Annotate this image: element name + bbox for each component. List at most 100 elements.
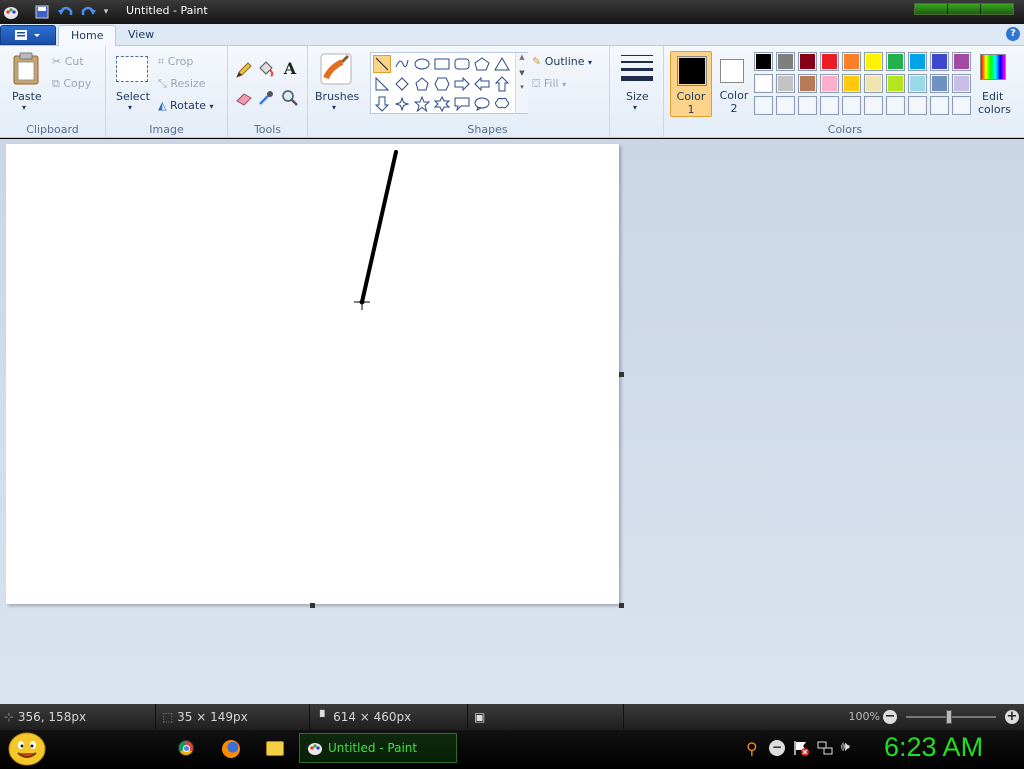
resize-button[interactable]: ⤡ Resize <box>158 77 206 91</box>
firefox-icon[interactable] <box>222 740 240 758</box>
drawing-canvas[interactable] <box>6 144 619 604</box>
diamond-shape-icon[interactable] <box>393 75 411 93</box>
customize-qat-icon[interactable]: ▾ <box>100 3 112 21</box>
rectangular-callout-shape-icon[interactable] <box>453 95 471 113</box>
fill-bucket-icon[interactable] <box>256 60 276 80</box>
tab-view[interactable]: View <box>116 25 166 47</box>
tab-home[interactable]: Home <box>58 25 117 47</box>
hexagon-shape-icon[interactable] <box>433 75 451 93</box>
palette-empty-swatch[interactable] <box>952 96 971 115</box>
palette-swatch[interactable] <box>754 74 773 93</box>
scroll-up-icon[interactable]: ▲ <box>516 53 528 61</box>
oval-shape-icon[interactable] <box>413 55 431 73</box>
select-icon[interactable] <box>116 56 148 82</box>
six-point-star-shape-icon[interactable] <box>433 95 451 113</box>
size-lines-icon[interactable] <box>621 54 653 82</box>
palette-swatch[interactable] <box>842 74 861 93</box>
palette-empty-swatch[interactable] <box>886 96 905 115</box>
color-picker-icon[interactable] <box>256 88 276 108</box>
taskbar-paint-button[interactable]: Untitled - Paint <box>299 733 457 763</box>
palette-empty-swatch[interactable] <box>754 96 773 115</box>
expand-gallery-icon[interactable]: ▾ <box>516 83 528 91</box>
palette-swatch[interactable] <box>930 74 949 93</box>
network-icon[interactable] <box>817 740 833 756</box>
close-button[interactable] <box>981 4 1013 14</box>
zoom-out-button[interactable]: − <box>883 710 897 724</box>
save-icon[interactable] <box>32 3 52 21</box>
maximize-button[interactable] <box>948 4 981 14</box>
paste-icon[interactable] <box>12 52 40 89</box>
right-triangle-shape-icon[interactable] <box>373 75 391 93</box>
rounded-rectangle-shape-icon[interactable] <box>453 55 471 73</box>
text-tool-icon[interactable]: A <box>280 59 300 79</box>
shapes-scrollbar[interactable]: ▲ ▼ ▾ <box>515 53 528 113</box>
search-icon[interactable]: ⚲ <box>746 739 758 758</box>
rectangle-shape-icon[interactable] <box>433 55 451 73</box>
palette-swatch[interactable] <box>754 52 773 71</box>
outline-button[interactable]: ✎ Outline ▾ <box>532 55 592 68</box>
magnifier-icon[interactable] <box>280 88 300 108</box>
brushes-dropdown-icon[interactable]: ▾ <box>332 103 336 112</box>
pencil-icon[interactable] <box>234 60 254 80</box>
cloud-callout-shape-icon[interactable] <box>493 95 511 113</box>
zoom-in-button[interactable]: + <box>1005 710 1019 724</box>
palette-empty-swatch[interactable] <box>820 96 839 115</box>
curve-shape-icon[interactable] <box>393 55 411 73</box>
size-dropdown-icon[interactable]: ▾ <box>633 103 637 112</box>
palette-empty-swatch[interactable] <box>930 96 949 115</box>
down-arrow-shape-icon[interactable] <box>373 95 391 113</box>
paint-menu-button[interactable] <box>0 25 56 45</box>
palette-swatch[interactable] <box>908 52 927 71</box>
palette-empty-swatch[interactable] <box>842 96 861 115</box>
resize-handle-right[interactable] <box>619 372 624 377</box>
palette-swatch[interactable] <box>886 52 905 71</box>
select-button[interactable]: Select <box>116 90 150 103</box>
palette-swatch[interactable] <box>886 74 905 93</box>
palette-swatch[interactable] <box>952 52 971 71</box>
zoom-slider-thumb[interactable] <box>946 710 952 724</box>
palette-swatch[interactable] <box>776 52 795 71</box>
help-icon[interactable]: ? <box>1006 27 1020 41</box>
paste-dropdown-icon[interactable]: ▾ <box>22 103 26 112</box>
palette-swatch[interactable] <box>930 52 949 71</box>
palette-empty-swatch[interactable] <box>776 96 795 115</box>
taskbar-clock[interactable]: 6:23 AM <box>884 732 983 763</box>
line-shape-icon[interactable] <box>373 55 391 73</box>
palette-swatch[interactable] <box>908 74 927 93</box>
four-point-star-shape-icon[interactable] <box>393 95 411 113</box>
resize-handle-corner[interactable] <box>619 603 624 608</box>
oval-callout-shape-icon[interactable] <box>473 95 491 113</box>
undo-icon[interactable] <box>56 3 76 21</box>
scroll-down-icon[interactable]: ▼ <box>516 69 528 77</box>
size-button[interactable]: Size <box>626 90 649 103</box>
select-dropdown-icon[interactable]: ▾ <box>128 103 132 112</box>
action-center-flag-icon[interactable] <box>793 740 809 756</box>
palette-empty-swatch[interactable] <box>864 96 883 115</box>
edit-colors-line1[interactable]: Edit <box>982 90 1003 103</box>
left-arrow-shape-icon[interactable] <box>473 75 491 93</box>
rotate-button[interactable]: ◭ Rotate ▾ <box>158 99 214 112</box>
chrome-icon[interactable] <box>178 740 194 756</box>
brushes-button[interactable]: Brushes <box>315 90 359 103</box>
pentagon-shape-icon[interactable] <box>413 75 431 93</box>
polygon-shape-icon[interactable] <box>473 55 491 73</box>
palette-swatch[interactable] <box>820 74 839 93</box>
resize-handle-bottom[interactable] <box>310 603 315 608</box>
paste-button[interactable]: Paste <box>12 90 42 103</box>
minimize-button[interactable] <box>915 4 948 14</box>
triangle-shape-icon[interactable] <box>493 55 511 73</box>
eraser-icon[interactable] <box>234 88 254 108</box>
redo-icon[interactable] <box>78 3 98 21</box>
paint-app-icon[interactable] <box>2 3 20 21</box>
rainbow-icon[interactable] <box>980 54 1006 80</box>
canvas-workspace[interactable] <box>0 139 1024 704</box>
edit-colors-line2[interactable]: colors <box>978 103 1011 116</box>
palette-swatch[interactable] <box>842 52 861 71</box>
start-orb-smiley-icon[interactable] <box>8 732 46 766</box>
up-arrow-shape-icon[interactable] <box>493 75 511 93</box>
palette-swatch[interactable] <box>776 74 795 93</box>
color2-selector[interactable]: Color 2 <box>714 51 754 117</box>
file-explorer-icon[interactable] <box>266 741 284 756</box>
palette-empty-swatch[interactable] <box>908 96 927 115</box>
palette-swatch[interactable] <box>798 52 817 71</box>
